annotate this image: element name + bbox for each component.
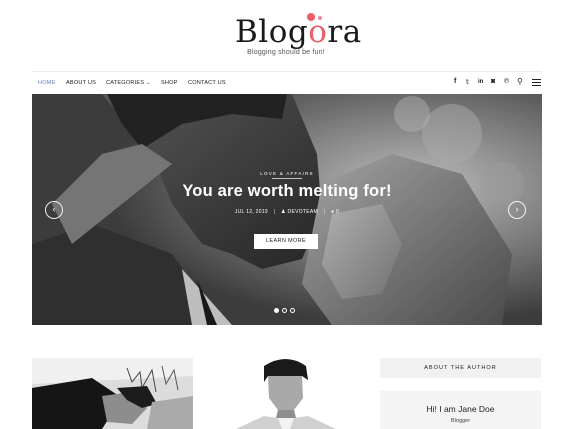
logo-bubble-large xyxy=(307,13,315,21)
about-author-widget-title: ABOUT THE AUTHOR xyxy=(380,358,541,378)
nav-item-categories[interactable]: CATEGORIES ⌄ xyxy=(106,80,151,86)
learn-more-button[interactable]: LEARN MORE xyxy=(254,234,318,249)
hero-date: JUL 12, 2019 xyxy=(234,209,269,215)
slider-prev-button[interactable]: ‹ xyxy=(45,201,63,219)
slider-dot-2[interactable] xyxy=(282,308,287,313)
slider-dot-3[interactable] xyxy=(290,308,295,313)
hamburger-menu-icon[interactable] xyxy=(532,79,541,87)
hamburger-line xyxy=(532,82,541,83)
hamburger-line xyxy=(532,85,541,86)
author-role: Blogger xyxy=(450,418,471,424)
slider-dot-1[interactable] xyxy=(274,308,279,313)
chevron-down-icon: ⌄ xyxy=(146,80,151,86)
slider-next-button[interactable]: › xyxy=(508,201,526,219)
hero-category[interactable]: LOVE & AFFAIRS xyxy=(32,171,542,176)
twitter-icon[interactable]: 𝕥 xyxy=(466,78,469,86)
nav-item-home[interactable]: HOME xyxy=(38,80,56,86)
hamburger-line xyxy=(532,79,541,80)
logo-bubble-small xyxy=(318,16,322,20)
hero-category-underline xyxy=(272,178,302,179)
facebook-icon[interactable]: f xyxy=(454,78,456,85)
about-author-widget: Hi! I am Jane Doe Blogger xyxy=(380,391,541,429)
linkedin-icon[interactable]: in xyxy=(478,79,483,85)
nav-item-contact-us[interactable]: CONTACT US xyxy=(188,80,226,86)
post-thumbnail-woman-in-snow[interactable] xyxy=(32,358,193,429)
site-tagline: Blogging should be fun! xyxy=(247,49,325,56)
chevron-right-icon: › xyxy=(515,204,519,214)
site-logo[interactable]: Blogora xyxy=(235,12,362,52)
post-image-1 xyxy=(32,358,193,429)
comment-icon: ● xyxy=(331,209,335,215)
hero-slider[interactable]: LOVE & AFFAIRS You are worth melting for… xyxy=(32,94,542,325)
post-image-2 xyxy=(206,358,367,429)
author-greeting: Hi! I am Jane Doe xyxy=(426,404,495,414)
slider-pagination xyxy=(274,308,300,313)
meta-separator: | xyxy=(323,209,326,215)
chevron-left-icon: ‹ xyxy=(52,204,56,214)
main-navigation: HOME ABOUT US CATEGORIES ⌄ SHOP CONTACT U… xyxy=(32,71,542,94)
pinterest-icon[interactable]: ℗ xyxy=(504,78,509,85)
search-icon[interactable]: ⚲ xyxy=(517,77,523,86)
hero-meta: JUL 12, 2019 | ♟ DEVOTEAM | ● 0 xyxy=(32,209,542,215)
post-thumbnail-man-portrait[interactable] xyxy=(206,358,367,429)
hero-title[interactable]: You are worth melting for! xyxy=(32,182,542,201)
nav-item-shop[interactable]: SHOP xyxy=(161,80,178,86)
user-icon: ♟ xyxy=(281,209,286,215)
nav-item-categories-label: CATEGORIES xyxy=(106,80,145,86)
logo-text-start: Blog xyxy=(235,14,309,50)
instagram-icon[interactable]: ◙ xyxy=(491,78,495,85)
logo-text-end: ra xyxy=(327,14,362,50)
meta-separator: | xyxy=(273,209,276,215)
hero-author[interactable]: DEVOTEAM xyxy=(288,209,318,215)
site-header: Blogora Blogging should be fun! xyxy=(0,0,572,70)
hero-comment-count[interactable]: 0 xyxy=(336,209,339,215)
nav-item-about-us[interactable]: ABOUT US xyxy=(66,80,96,86)
